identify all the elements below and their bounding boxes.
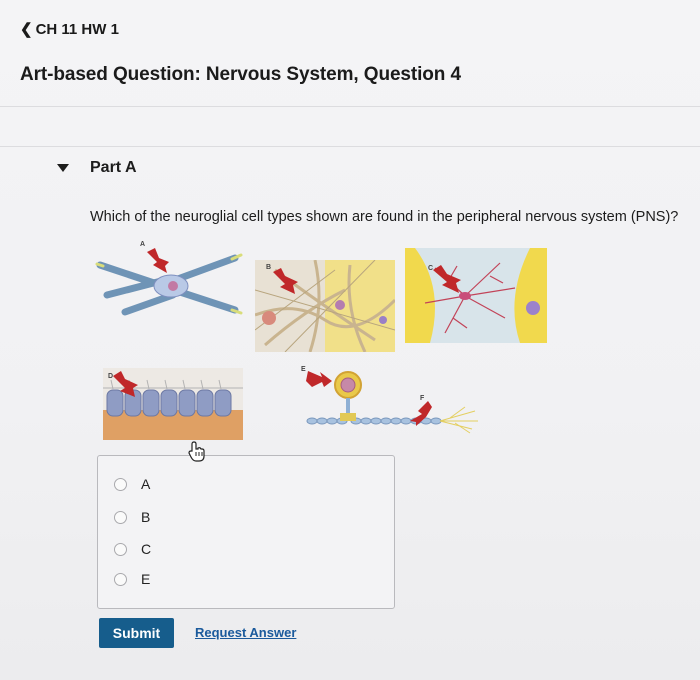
neuroglia-a-illustration [95, 248, 243, 316]
figure-c: C [405, 248, 547, 343]
hand-pointer-icon [186, 441, 208, 468]
figure-letter: F [420, 395, 425, 402]
request-answer-link[interactable]: Request Answer [195, 625, 296, 640]
figure-letter: D [108, 373, 114, 380]
answer-option-label: A [141, 476, 151, 492]
answer-option-e[interactable]: E [114, 571, 150, 587]
neuroglia-b-illustration [254, 259, 397, 353]
figure-letter: C [428, 265, 434, 272]
answer-option-label: E [141, 571, 151, 587]
figure-b: B [254, 259, 397, 353]
submit-button[interactable]: Submit [99, 618, 174, 648]
answer-option-label: B [141, 509, 151, 525]
divider [0, 146, 700, 147]
figure-letter: A [140, 241, 146, 248]
answer-option-label: C [141, 541, 152, 557]
back-link[interactable]: ❮ CH 11 HW 1 [20, 20, 119, 39]
caret-down-icon[interactable] [57, 164, 69, 172]
answer-options-box: A B C E [97, 455, 395, 609]
neuroglia-c-illustration [405, 248, 547, 343]
answer-option-b[interactable]: B [114, 509, 150, 525]
figure-e-f: E F [300, 363, 485, 438]
radio-button[interactable] [114, 477, 127, 491]
divider [0, 106, 700, 107]
radio-button[interactable] [114, 572, 127, 586]
radio-button[interactable] [114, 542, 127, 556]
part-label: Part A [90, 159, 137, 176]
chevron-left-icon: ❮ [20, 21, 33, 38]
page-title: Art-based Question: Nervous System, Ques… [20, 64, 461, 85]
question-text: Which of the neuroglial cell types shown… [90, 209, 679, 225]
figure-letter: E [301, 366, 306, 373]
back-link-label: CH 11 HW 1 [35, 20, 119, 38]
figure-d: D [103, 368, 243, 440]
radio-button[interactable] [114, 510, 127, 524]
neuroglia-e-f-illustration [306, 371, 478, 434]
answer-option-c[interactable]: C [114, 541, 151, 557]
figure-letter: B [266, 264, 272, 271]
figure-a: A [95, 240, 245, 330]
answer-option-a[interactable]: A [114, 476, 150, 492]
neuroglia-d-illustration [103, 368, 243, 440]
